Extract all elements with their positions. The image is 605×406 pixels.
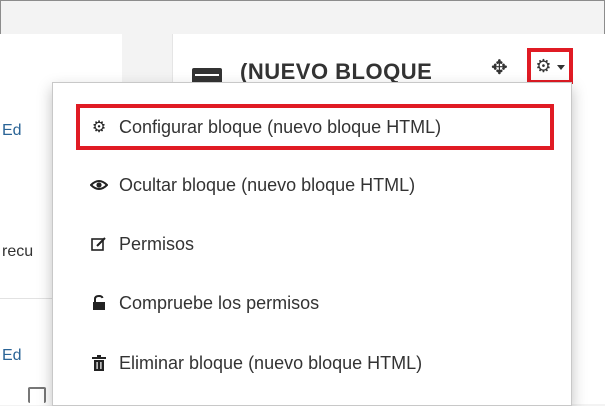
move-icon[interactable]: ✥ [491, 55, 508, 80]
unlock-icon [87, 295, 111, 311]
menu-item-delete-block[interactable]: Eliminar bloque (nuevo bloque HTML) [53, 343, 571, 383]
block-actions-toggle[interactable]: ⚙ [527, 48, 573, 84]
menu-item-label: Compruebe los permisos [119, 292, 320, 313]
partial-edit-icon [28, 387, 46, 403]
menu-item-label: Configurar bloque (nuevo bloque HTML) [119, 116, 442, 137]
eye-icon [87, 179, 111, 191]
gear-icon: ⚙ [91, 119, 107, 136]
menu-item-check-permissions[interactable]: Compruebe los permisos [53, 283, 571, 323]
menu-item-permissions[interactable]: Permisos [53, 224, 571, 264]
menu-item-configure-block[interactable]: ⚙ Configurar bloque (nuevo bloque HTML) [76, 104, 554, 150]
left-edit-link-2[interactable]: Ed [2, 347, 22, 365]
edit-icon [87, 236, 111, 252]
chevron-down-icon [556, 64, 565, 70]
block-actions-menu: ⚙ Configurar bloque (nuevo bloque HTML) … [52, 82, 572, 406]
left-edit-link[interactable]: Ed [2, 122, 22, 140]
trash-icon [87, 355, 111, 371]
menu-item-label: Permisos [119, 233, 195, 254]
gear-icon: ⚙ [535, 55, 552, 76]
left-partial-text: recu [2, 243, 34, 260]
menu-item-label: Eliminar bloque (nuevo bloque HTML) [119, 352, 423, 373]
menu-item-label: Ocultar bloque (nuevo bloque HTML) [119, 174, 416, 195]
menu-item-hide-block[interactable]: Ocultar bloque (nuevo bloque HTML) [53, 165, 571, 205]
